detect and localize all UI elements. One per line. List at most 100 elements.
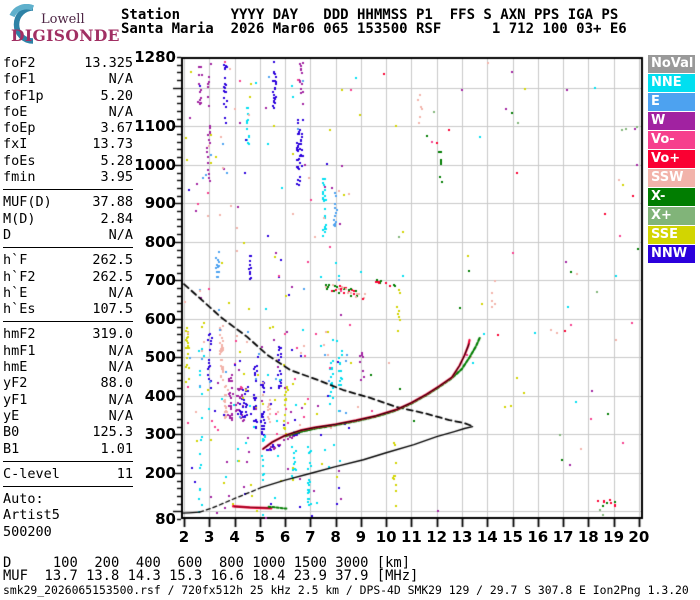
parameter-label: M(D) [3, 210, 36, 227]
y-tick-label: 80 [155, 510, 176, 528]
parameter-value: 1.01 [100, 440, 133, 457]
parameter-label: foF1 [3, 71, 36, 88]
x-tick-label: 4 [229, 528, 240, 546]
x-tick-label: 17 [552, 528, 574, 546]
parameter-label: h`F [3, 252, 28, 269]
parameter-label: D [3, 226, 12, 243]
parameter-label: yF2 [3, 375, 28, 392]
parameter-row: 500200 [3, 524, 133, 540]
parameter-row: foEp 3.67 [3, 120, 133, 136]
y-tick-label: 500 [144, 348, 176, 367]
parameter-panel: foF2 13.325 foF1 N/A foF1p 5.20 foE N/A foEp 3.67… [3, 55, 133, 540]
x-tick-label: 6 [279, 528, 291, 546]
y-tick-label: 400 [144, 386, 176, 405]
legend-item-w: W [648, 112, 695, 130]
parameter-label: C-level [3, 465, 60, 482]
parameter-value: 11 [116, 465, 133, 482]
parameter-value: 37.88 [92, 194, 133, 211]
parameter-value: N/A [108, 103, 133, 120]
parameter-row: hmE N/A [3, 359, 133, 375]
panel-separator [3, 486, 133, 488]
x-tick-label: 2 [178, 528, 190, 546]
parameter-row: h`E N/A [3, 285, 133, 301]
parameter-value: 3.95 [100, 169, 133, 186]
x-tick-label: 15 [502, 528, 523, 546]
parameter-label: foE [3, 103, 28, 120]
parameter-label: 500200 [3, 523, 52, 540]
panel-separator [3, 247, 133, 249]
parameter-value: 107.5 [92, 301, 133, 318]
parameter-value: 5.28 [100, 152, 133, 169]
x-tick-label: 8 [330, 528, 341, 546]
legend-item-ssw: SSW [648, 169, 695, 187]
parameter-value: N/A [108, 359, 133, 376]
y-tick-label: 200 [144, 463, 176, 482]
parameter-label: foEs [3, 152, 36, 169]
parameter-row: B0 125.3 [3, 424, 133, 440]
parameter-value: N/A [108, 342, 133, 359]
parameter-row: C-level 11 [3, 466, 133, 482]
parameter-row: foE N/A [3, 104, 133, 120]
parameter-label: hmF2 [3, 326, 36, 343]
parameter-row: foF2 13.325 [3, 55, 133, 71]
parameter-value: N/A [108, 71, 133, 88]
parameter-value: 2.84 [100, 210, 133, 227]
parameter-row: B1 1.01 [3, 441, 133, 457]
ionogram-app: { "logo": { "line1": "Lowell", "line2": … [0, 0, 700, 600]
parameter-row: foF1 N/A [3, 71, 133, 87]
parameter-label: fmin [3, 169, 36, 186]
parameter-label: Auto: [3, 491, 44, 508]
parameter-label: hmF1 [3, 342, 36, 359]
parameter-row: yE N/A [3, 408, 133, 424]
parameter-value: 262.5 [92, 268, 133, 285]
status-line: smk29_2026065153500.rsf / 720fx512h 25 k… [3, 583, 689, 597]
parameter-row: h`F 262.5 [3, 252, 133, 268]
x-tick-label: 3 [204, 528, 215, 546]
parameter-label: foF1p [3, 87, 44, 104]
parameter-row: hmF1 N/A [3, 343, 133, 359]
parameter-value: 13.325 [84, 55, 133, 71]
lowell-digisonde-logo: Lowell DIGISONDE [4, 2, 120, 48]
y-tick-label: 300 [144, 425, 176, 444]
y-tick-label: 1280 [134, 48, 176, 66]
x-tick-label: 5 [254, 528, 266, 546]
parameter-label: B0 [3, 424, 20, 441]
parameter-value: N/A [108, 284, 133, 301]
legend-item-nnw: NNW [648, 245, 695, 263]
parameter-label: yF1 [3, 391, 28, 408]
y-tick-label: 1100 [134, 117, 176, 136]
y-tick-label: 1000 [134, 155, 176, 174]
x-tick-label: 19 [603, 528, 625, 546]
parameter-label: h`F2 [3, 268, 36, 285]
x-tick-label: 14 [476, 528, 498, 546]
legend-item-vo-: Vo- [648, 131, 695, 149]
parameter-value: N/A [108, 407, 133, 424]
parameter-row: Auto: [3, 491, 133, 507]
parameter-value: N/A [108, 391, 133, 408]
x-tick-label: 16 [527, 528, 549, 546]
parameter-row: foEs 5.28 [3, 153, 133, 169]
parameter-value: N/A [108, 226, 133, 243]
legend-item-noval: NoVal [648, 55, 695, 73]
parameter-value: 125.3 [92, 424, 133, 441]
parameter-label: foF2 [3, 55, 36, 71]
x-tick-label: 10 [375, 528, 397, 546]
x-tick-label: 7 [305, 528, 316, 546]
x-tick-label: 9 [355, 528, 367, 546]
legend-item-x+: X+ [648, 207, 695, 225]
parameter-value: 3.67 [100, 120, 133, 137]
parameter-row: fmin 3.95 [3, 169, 133, 185]
parameter-label: B1 [3, 440, 20, 457]
x-tick-label: 12 [426, 528, 448, 546]
parameter-label: fxI [3, 136, 28, 153]
panel-separator [3, 321, 133, 323]
y-tick-label: 600 [144, 309, 176, 328]
legend-item-x-: X- [648, 188, 695, 206]
parameter-value: 319.0 [92, 326, 133, 343]
parameter-label: MUF(D) [3, 194, 52, 211]
parameter-row: yF2 88.0 [3, 375, 133, 391]
muf-scale-line: MUF 13.7 13.8 14.3 15.3 16.6 18.4 23.9 3… [3, 568, 419, 584]
parameter-value: 262.5 [92, 252, 133, 269]
parameter-row: MUF(D) 37.88 [3, 194, 133, 210]
parameter-row: hmF2 319.0 [3, 326, 133, 342]
